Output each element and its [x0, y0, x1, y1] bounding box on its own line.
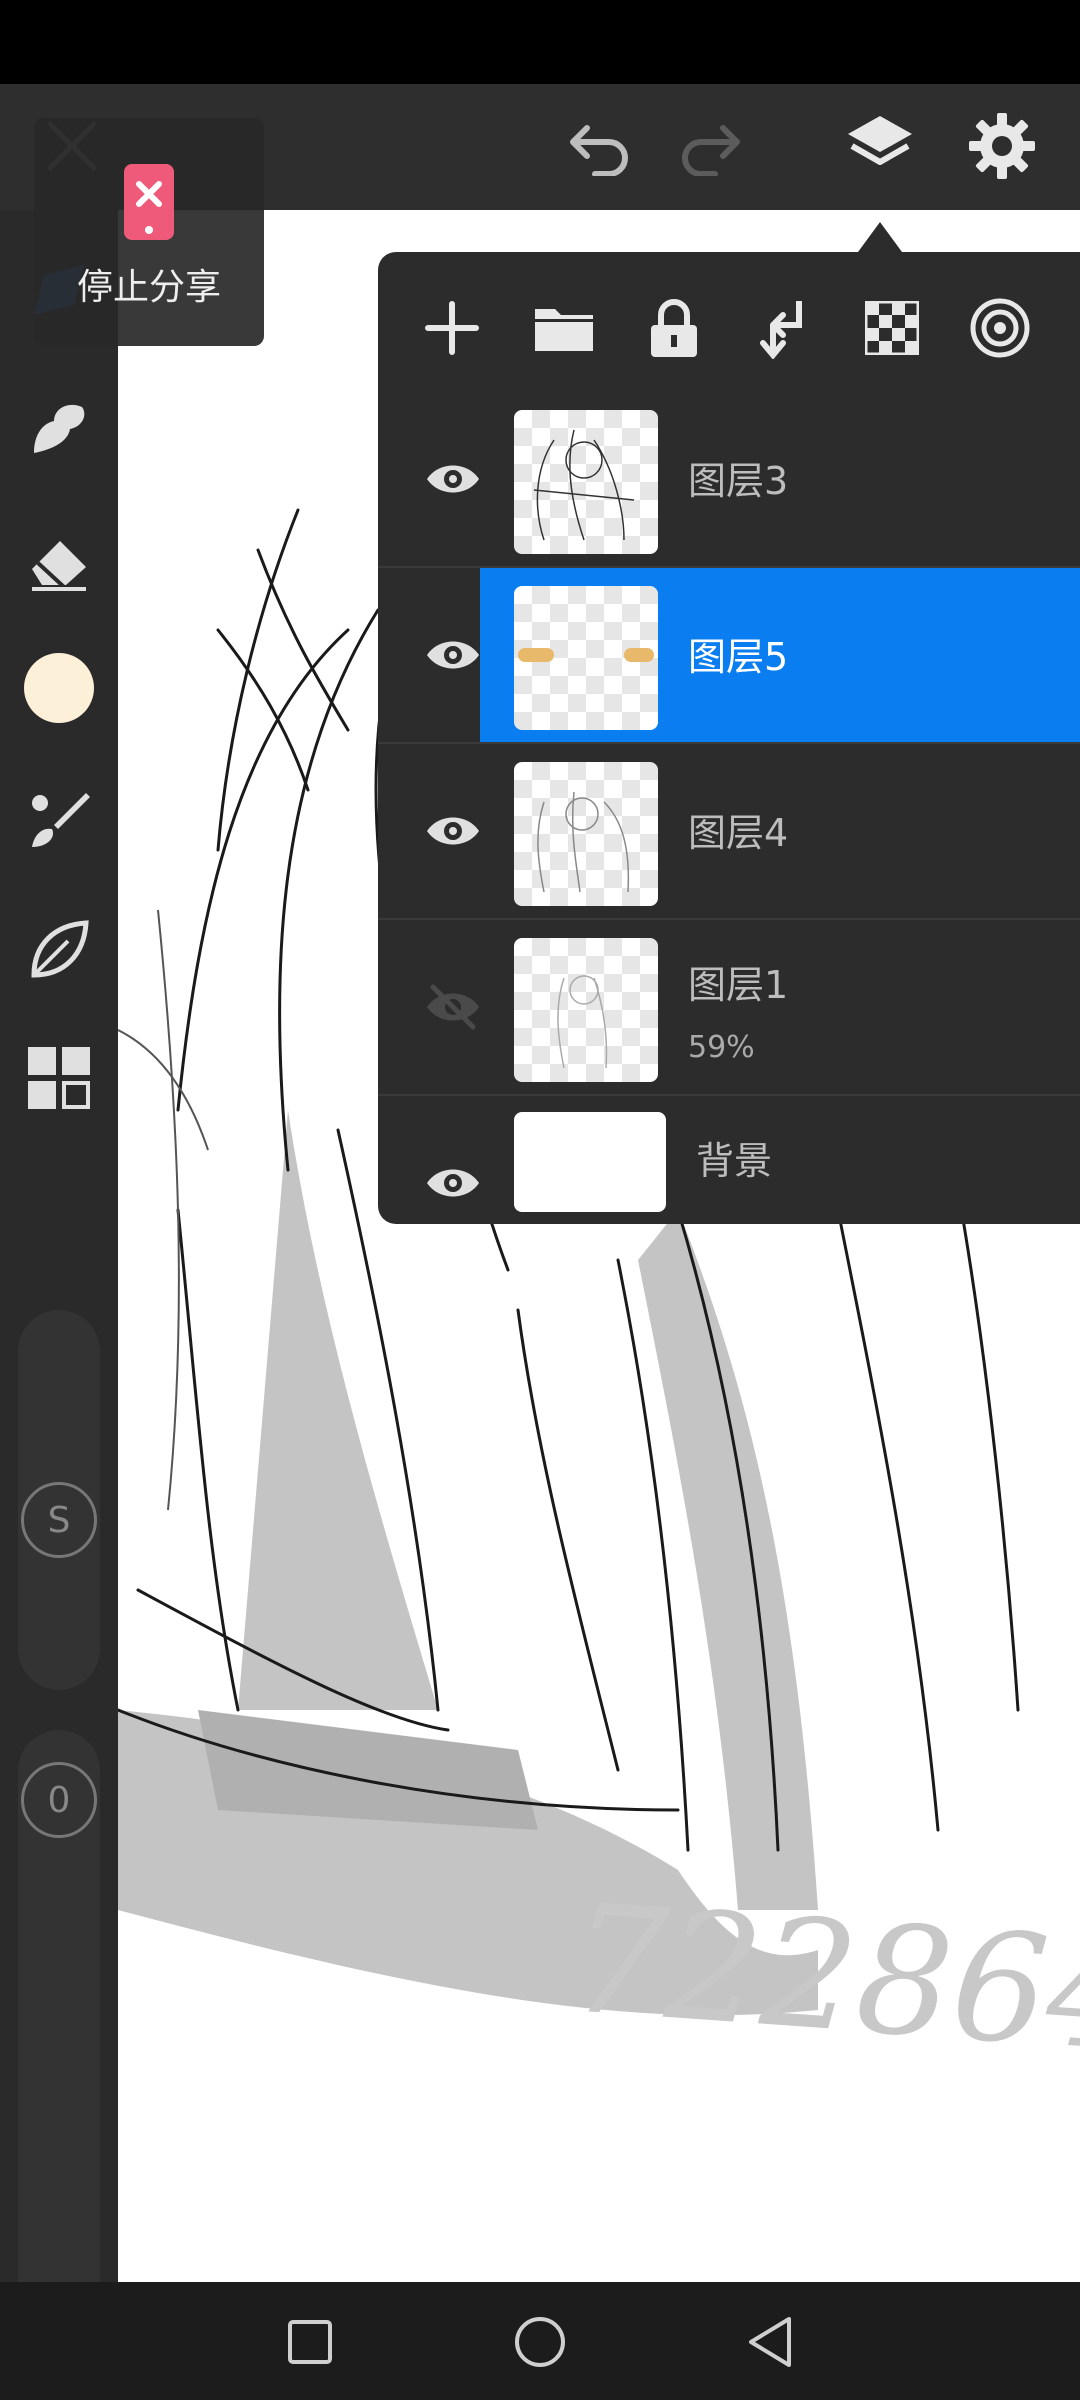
visibility-toggle[interactable]	[418, 1148, 488, 1218]
undo-icon	[570, 125, 628, 176]
visibility-toggle[interactable]	[418, 796, 488, 866]
brush-tool-button[interactable]	[9, 770, 109, 870]
eraser-tool-button[interactable]	[9, 510, 109, 610]
stabilizer-tool-button[interactable]	[9, 900, 109, 1000]
layer-effects-button[interactable]	[960, 288, 1040, 368]
redo-button[interactable]	[660, 96, 760, 196]
settings-button[interactable]	[952, 96, 1052, 196]
layer-thumbnail	[514, 1112, 666, 1212]
layer-row[interactable]: 图层1 59%	[378, 920, 1080, 1096]
layer-thumbnail	[514, 938, 658, 1082]
plus-icon	[425, 301, 479, 355]
status-bar	[0, 0, 1080, 84]
system-nav-bar	[0, 2282, 1080, 2400]
gallery-tool-button[interactable]	[9, 1028, 109, 1128]
layer-name: 图层4	[688, 811, 789, 855]
visibility-toggle[interactable]	[418, 444, 488, 514]
recents-button[interactable]	[270, 2302, 350, 2382]
watermark-text: 7228649	[565, 1872, 1080, 2092]
layer-thumbnail	[514, 410, 658, 554]
lock-layer-button[interactable]	[634, 288, 714, 368]
merge-down-button[interactable]	[742, 288, 822, 368]
home-button[interactable]	[500, 2302, 580, 2382]
layers-icon	[848, 116, 912, 165]
layer-row-background[interactable]: 背景	[378, 1096, 1080, 1224]
color-picker-button[interactable]	[9, 638, 109, 738]
merge-down-icon	[760, 301, 802, 359]
circle-icon	[515, 2317, 565, 2367]
checker-icon	[865, 301, 919, 355]
transparency-button[interactable]	[852, 288, 932, 368]
visibility-toggle[interactable]	[418, 620, 488, 690]
phone-stop-icon	[124, 164, 174, 240]
eye-icon	[427, 641, 479, 669]
lock-icon	[651, 299, 697, 357]
layers-panel: 图层3 图层5 图层4 图层1 59% 背景	[378, 252, 1080, 1224]
layer-row-selected[interactable]: 图层5	[378, 568, 1080, 744]
eye-icon	[427, 1169, 479, 1197]
stop-share-label: 停止分享	[76, 267, 221, 308]
triangle-back-icon	[749, 2317, 791, 2367]
brush-opacity-indicator: 0	[21, 1762, 97, 1838]
layer-thumbnail	[514, 762, 658, 906]
undo-button[interactable]	[550, 96, 650, 196]
layers-button[interactable]	[830, 96, 930, 196]
add-layer-button[interactable]	[412, 288, 492, 368]
brush-icon	[32, 793, 90, 847]
layer-opacity: 59%	[688, 1030, 755, 1065]
layers-panel-caret	[858, 222, 902, 252]
eye-icon	[427, 465, 479, 493]
folder-icon	[535, 309, 593, 351]
layer-name: 图层3	[688, 459, 789, 503]
brush-size-indicator: S	[21, 1482, 97, 1558]
redo-icon	[682, 125, 740, 176]
target-icon	[970, 298, 1030, 358]
left-toolbar: S 0	[0, 210, 118, 2330]
smudge-tool-button[interactable]	[9, 378, 109, 478]
current-color-swatch	[24, 653, 94, 723]
layer-row[interactable]: 图层4	[378, 744, 1080, 920]
eraser-icon	[32, 541, 86, 591]
back-button[interactable]	[730, 2302, 810, 2382]
smudge-icon	[34, 404, 85, 453]
square-icon	[288, 2320, 332, 2364]
layer-folder-button[interactable]	[524, 288, 604, 368]
gear-icon	[969, 113, 1035, 179]
eye-hidden-icon	[427, 984, 479, 1030]
layer-name: 图层1	[688, 963, 789, 1007]
layer-name: 图层5	[688, 635, 789, 679]
layer-row[interactable]: 图层3	[378, 392, 1080, 568]
eye-icon	[427, 817, 479, 845]
layer-name: 背景	[696, 1139, 773, 1183]
visibility-toggle-hidden[interactable]	[418, 972, 488, 1042]
layer-thumbnail	[514, 586, 658, 730]
stop-share-button[interactable]: 停止分享	[34, 118, 264, 346]
leaf-icon	[31, 920, 89, 978]
grid-icon	[28, 1047, 90, 1109]
